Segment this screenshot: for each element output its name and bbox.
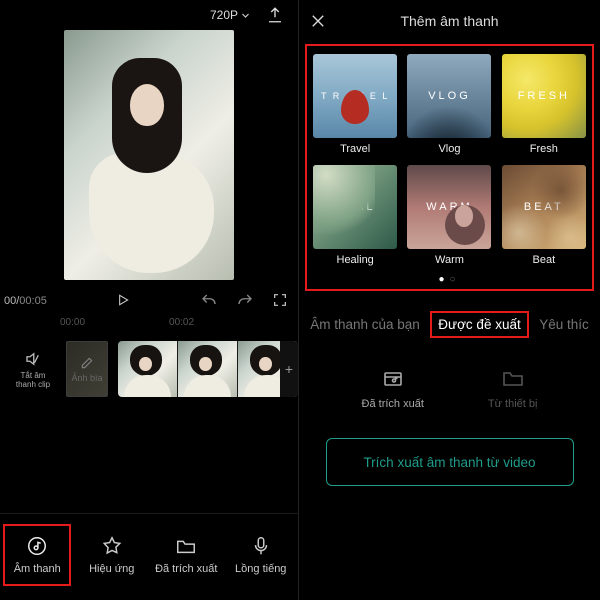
tool-voiceover[interactable]: Lồng tiếng (227, 524, 295, 586)
category-overlay: BEAT (524, 201, 564, 213)
preview-frame (64, 30, 234, 280)
category-overlay: T R A V E L (321, 91, 389, 101)
video-clip[interactable]: + (118, 341, 298, 397)
extract-audio-label: Trích xuất âm thanh từ video (363, 455, 535, 470)
category-overlay: WARM (426, 201, 472, 213)
tool-extracted[interactable]: Đã trích xuất (152, 524, 220, 586)
category-overlay: HEAL (335, 201, 376, 213)
resolution-selector[interactable]: 720P (210, 8, 250, 22)
star-icon (101, 535, 123, 557)
sound-category-travel[interactable]: T R A V E L Travel (313, 54, 397, 155)
sound-category-beat[interactable]: BEAT Beat (502, 165, 586, 266)
tab-recommended[interactable]: Được đề xuất (430, 311, 528, 338)
editor-topbar: 720P (0, 0, 298, 30)
play-button[interactable] (47, 292, 200, 311)
timeline-ruler: 00:00 00:02 (0, 317, 298, 333)
playback-controls: 00/00:05 (0, 285, 298, 317)
redo-icon[interactable] (236, 292, 254, 310)
ruler-tick: 00:00 (60, 317, 85, 333)
category-label: Fresh (530, 143, 558, 155)
tool-label: Lồng tiếng (235, 563, 286, 575)
tool-label: Âm thanh (14, 563, 61, 575)
fullscreen-icon[interactable] (272, 292, 288, 308)
sound-category-section: T R A V E L Travel VLOG Vlog FRESH Fresh… (305, 44, 594, 291)
tool-label: Đã trích xuất (155, 563, 217, 575)
export-icon[interactable] (266, 6, 284, 24)
add-sound-title: Thêm âm thanh (299, 13, 600, 29)
category-overlay: FRESH (518, 90, 570, 102)
extract-audio-button[interactable]: Trích xuất âm thanh từ video (326, 438, 574, 486)
plus-icon: + (285, 361, 293, 377)
microphone-icon (250, 535, 272, 557)
tool-effects[interactable]: Hiệu ứng (78, 524, 146, 586)
speaker-off-icon (24, 350, 42, 368)
sound-category-vlog[interactable]: VLOG Vlog (407, 54, 491, 155)
cover-label: Ảnh bìa (71, 373, 102, 383)
source-from-device[interactable]: Từ thiết bị (488, 366, 538, 410)
tab-your-sounds[interactable]: Âm thanh của bạn (302, 311, 428, 338)
category-label: Travel (340, 143, 370, 155)
add-sound-panel: Thêm âm thanh T R A V E L Travel VLOG Vl… (298, 0, 600, 600)
source-label: Đã trích xuất (362, 398, 424, 410)
source-label: Từ thiết bị (488, 398, 538, 410)
tool-label: Hiệu ứng (89, 563, 134, 575)
pagination-dots[interactable]: ●○ (313, 274, 586, 285)
undo-icon[interactable] (200, 292, 218, 310)
folder-icon (175, 535, 197, 557)
sound-tabs: Âm thanh của bạn Được đề xuất Yêu thíc (299, 311, 600, 338)
time-current: 00/ (4, 295, 19, 307)
category-label: Vlog (438, 143, 460, 155)
extract-audio-icon (381, 366, 405, 390)
editor-panel: 720P 00/00:05 00:00 00:02 Tắt âm (0, 0, 298, 600)
tool-audio[interactable]: Âm thanh (3, 524, 71, 586)
cover-thumbnail-button[interactable]: Ảnh bìa (66, 341, 108, 397)
mute-clip-button[interactable]: Tắt âm thanh clip (10, 350, 56, 389)
video-preview[interactable] (0, 30, 298, 285)
sound-category-healing[interactable]: HEAL Healing (313, 165, 397, 266)
timeline[interactable]: Tắt âm thanh clip Ảnh bìa + (0, 333, 298, 405)
category-label: Beat (533, 254, 556, 266)
sound-category-warm[interactable]: WARM Warm (407, 165, 491, 266)
editor-bottombar: Âm thanh Hiệu ứng Đã trích xuất Lồng tiế… (0, 513, 298, 597)
tab-favorites[interactable]: Yêu thíc (531, 311, 597, 338)
edit-icon (80, 356, 94, 370)
category-label: Warm (435, 254, 464, 266)
ruler-tick: 00:02 (169, 317, 194, 333)
sound-category-fresh[interactable]: FRESH Fresh (502, 54, 586, 155)
chevron-down-icon (241, 11, 250, 20)
sound-source-row: Đã trích xuất Từ thiết bị (299, 366, 600, 410)
folder-icon (501, 366, 525, 390)
add-clip-button[interactable]: + (280, 341, 298, 397)
category-overlay: VLOG (428, 90, 471, 102)
source-extracted[interactable]: Đã trích xuất (362, 366, 424, 410)
close-icon[interactable] (309, 12, 327, 30)
mute-clip-label: Tắt âm thanh clip (10, 371, 56, 389)
resolution-label: 720P (210, 8, 238, 22)
timecode: 00/00:05 (0, 295, 47, 307)
add-sound-header: Thêm âm thanh (299, 0, 600, 42)
music-note-icon (26, 535, 48, 557)
time-total: 00:05 (19, 295, 47, 307)
category-label: Healing (337, 254, 374, 266)
